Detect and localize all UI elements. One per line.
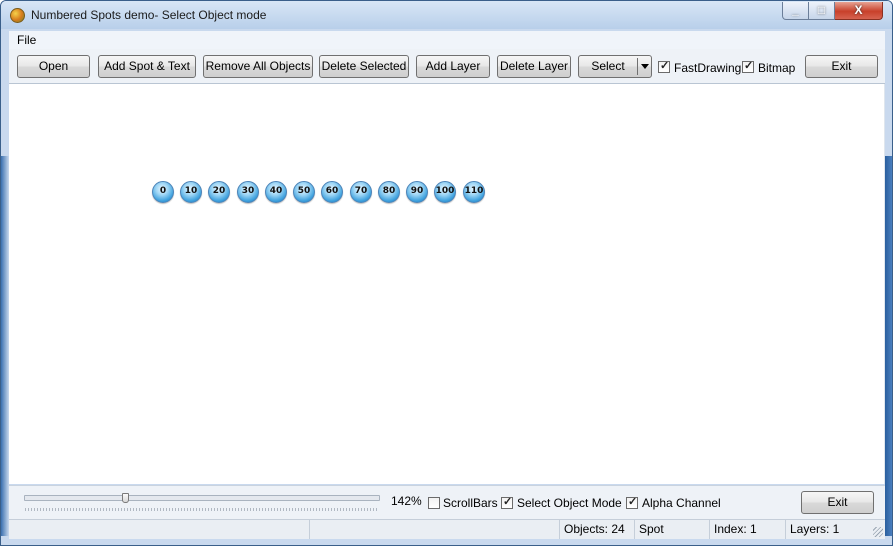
zoom-slider-track[interactable] [24,495,380,501]
open-button[interactable]: Open [17,55,90,78]
fast-drawing-checkbox[interactable]: ✓ [658,60,670,73]
chevron-down-icon[interactable] [641,64,649,69]
zoom-slider-ticks [25,508,377,511]
exit-button-top[interactable]: Exit [805,55,878,78]
app-icon [10,8,25,23]
resize-grip-icon[interactable] [873,527,883,537]
minimize-icon: _ [792,3,799,17]
close-icon: X [854,3,863,17]
status-type: Spot [634,520,709,539]
status-empty-1 [9,520,309,539]
alpha-channel-label[interactable]: Alpha Channel [642,496,721,510]
zoom-percentage: 142% [391,494,422,508]
select-object-mode-label[interactable]: Select Object Mode [517,496,622,510]
delete-selected-button[interactable]: Delete Selected [319,55,409,78]
fast-drawing-label[interactable]: FastDrawing [674,61,741,75]
add-spot-text-button[interactable]: Add Spot & Text [98,55,196,78]
status-objects: Objects: 24 [559,520,634,539]
select-mode-value: Select [591,59,625,73]
checkmark-icon: ✓ [628,496,638,508]
status-layers: Layers: 1 [785,520,871,539]
scrollbars-label[interactable]: ScrollBars [443,496,498,510]
spot[interactable]: 90 [406,181,428,203]
bottom-panel: 142% ScrollBars ✓ Select Object Mode ✓ A… [9,485,885,520]
window-left-edge [1,156,9,536]
spot-label: 60 [325,186,339,196]
bitmap-checkbox[interactable]: ✓ [742,60,754,73]
spot[interactable]: 60 [321,181,343,203]
spot[interactable]: 100 [434,181,456,203]
toolbar: Open Add Spot & Text Remove All Objects … [9,49,885,84]
zoom-slider-thumb[interactable] [122,493,129,503]
status-bar: Objects: 24 Spot Index: 1 Layers: 1 [9,519,885,539]
exit-button-top-label: Exit [831,59,852,73]
spot-label: 110 [464,186,484,196]
spot[interactable]: 20 [208,181,230,203]
title-bar[interactable]: Numbered Spots demo- Select Object mode … [1,1,892,29]
add-spot-text-button-label: Add Spot & Text [104,59,190,73]
dropdown-separator [637,58,638,75]
maximize-icon: □ [817,3,826,17]
checkmark-icon: ✓ [503,496,513,508]
open-button-label: Open [38,59,69,73]
select-mode-dropdown[interactable]: Select [578,55,652,78]
close-button[interactable]: X [835,2,883,20]
spot[interactable]: 30 [237,181,259,203]
spot[interactable]: 110 [463,181,485,203]
remove-all-objects-button[interactable]: Remove All Objects [203,55,313,78]
minimize-button[interactable]: _ [782,2,809,20]
drawing-canvas[interactable]: 0 10 20 30 40 50 60 70 80 90 100 110 [9,84,885,484]
spot[interactable]: 10 [180,181,202,203]
spot[interactable]: 70 [350,181,372,203]
remove-all-objects-button-label: Remove All Objects [205,59,311,73]
spot-label: 20 [212,186,226,196]
exit-button-bottom-label: Exit [827,495,848,509]
status-index: Index: 1 [709,520,785,539]
checkmark-icon: ✓ [660,60,670,72]
maximize-button[interactable]: □ [809,2,835,20]
delete-selected-button-label: Delete Selected [321,59,407,73]
delete-layer-button[interactable]: Delete Layer [497,55,571,78]
select-object-mode-checkbox[interactable]: ✓ [501,496,513,509]
add-layer-button-label: Add Layer [425,59,481,73]
window-title: Numbered Spots demo- Select Object mode [31,8,267,22]
spot[interactable]: 50 [293,181,315,203]
spot[interactable]: 80 [378,181,400,203]
bitmap-label[interactable]: Bitmap [758,61,795,75]
spot[interactable]: 0 [152,181,174,203]
menu-file[interactable]: File [17,33,36,47]
menu-bar: File [9,31,885,49]
spot-label: 100 [435,186,455,196]
checkmark-icon: ✓ [744,60,754,72]
exit-button-bottom[interactable]: Exit [801,491,874,514]
app-window: Numbered Spots demo- Select Object mode … [0,0,893,546]
add-layer-button[interactable]: Add Layer [416,55,490,78]
spot[interactable]: 40 [265,181,287,203]
delete-layer-button-label: Delete Layer [499,59,569,73]
alpha-channel-checkbox[interactable]: ✓ [626,496,638,509]
scrollbars-checkbox[interactable] [428,497,440,509]
status-empty-2 [309,520,559,539]
window-right-edge [885,156,892,536]
